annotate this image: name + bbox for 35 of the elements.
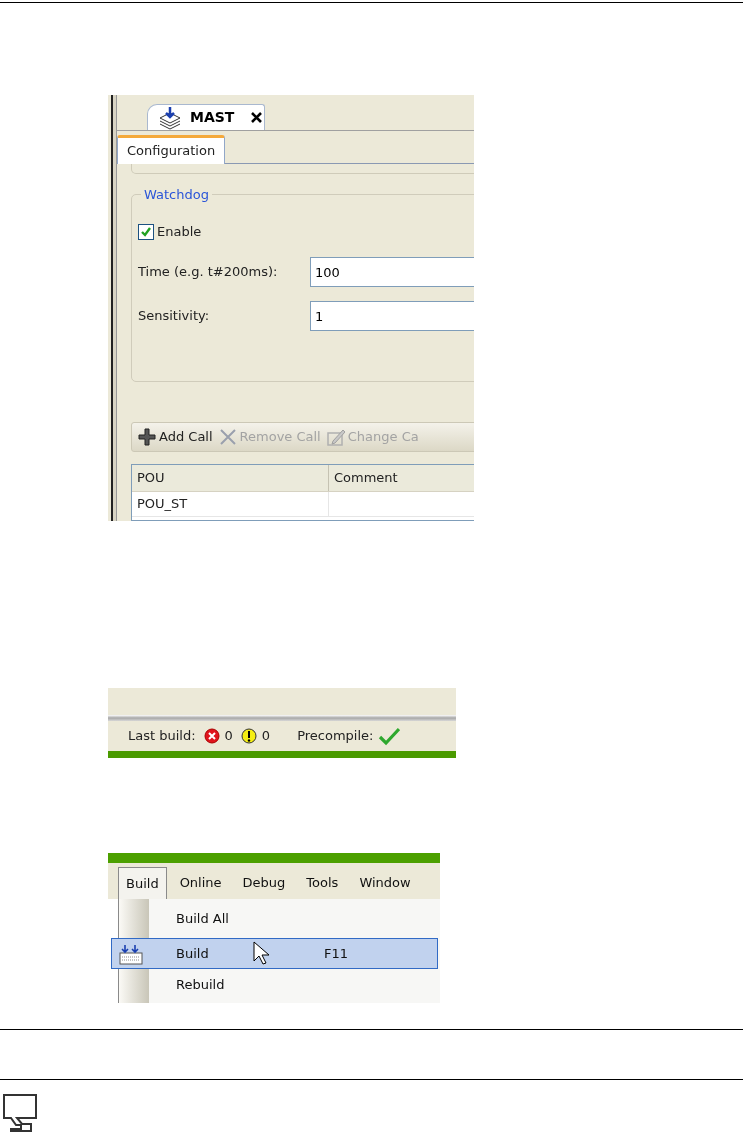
input-field[interactable]: 100 xyxy=(310,257,474,287)
stack-icon xyxy=(158,105,182,130)
checkbox[interactable] xyxy=(138,224,154,240)
menu-item[interactable]: Tools xyxy=(298,867,347,899)
menu-option[interactable]: Build All xyxy=(111,903,438,934)
pencil-icon xyxy=(326,428,345,446)
error-icon xyxy=(203,728,220,744)
document-tab[interactable]: MAST xyxy=(147,104,265,130)
menu-option[interactable]: Build F11 xyxy=(111,938,438,969)
status-label: Precompile: xyxy=(297,727,374,746)
checkbox-label: Enable xyxy=(157,223,202,242)
table-cell: POU_ST xyxy=(132,492,329,516)
column-header[interactable]: POU xyxy=(132,465,329,491)
menu-item[interactable]: Window xyxy=(351,867,419,899)
status-label: Last build: xyxy=(128,727,196,746)
configuration-tab[interactable]: Configuration xyxy=(117,135,226,164)
cursor-icon xyxy=(253,941,270,965)
plus-icon xyxy=(138,428,156,446)
menu-item[interactable]: Build xyxy=(118,867,167,899)
error-count: 0 xyxy=(224,727,233,746)
check-icon xyxy=(140,226,152,238)
shortcut: F11 xyxy=(324,944,349,963)
field-label: Time (e.g. t#200ms): xyxy=(138,263,279,282)
input-field[interactable]: 1 xyxy=(310,301,474,331)
menu-item[interactable]: Online xyxy=(171,867,230,899)
toolbar-button[interactable]: Add Call xyxy=(138,427,213,447)
monitor-icon xyxy=(3,1094,37,1132)
column-header[interactable]: Comment xyxy=(329,465,474,491)
cross-icon xyxy=(218,428,237,446)
menu-option[interactable]: Rebuild xyxy=(111,969,438,1000)
warning-count: 0 xyxy=(261,727,271,746)
menu-item[interactable]: Debug xyxy=(234,867,294,899)
warning-icon xyxy=(240,728,257,744)
close-icon xyxy=(250,111,264,124)
field-label: Sensitivity: xyxy=(138,307,211,326)
